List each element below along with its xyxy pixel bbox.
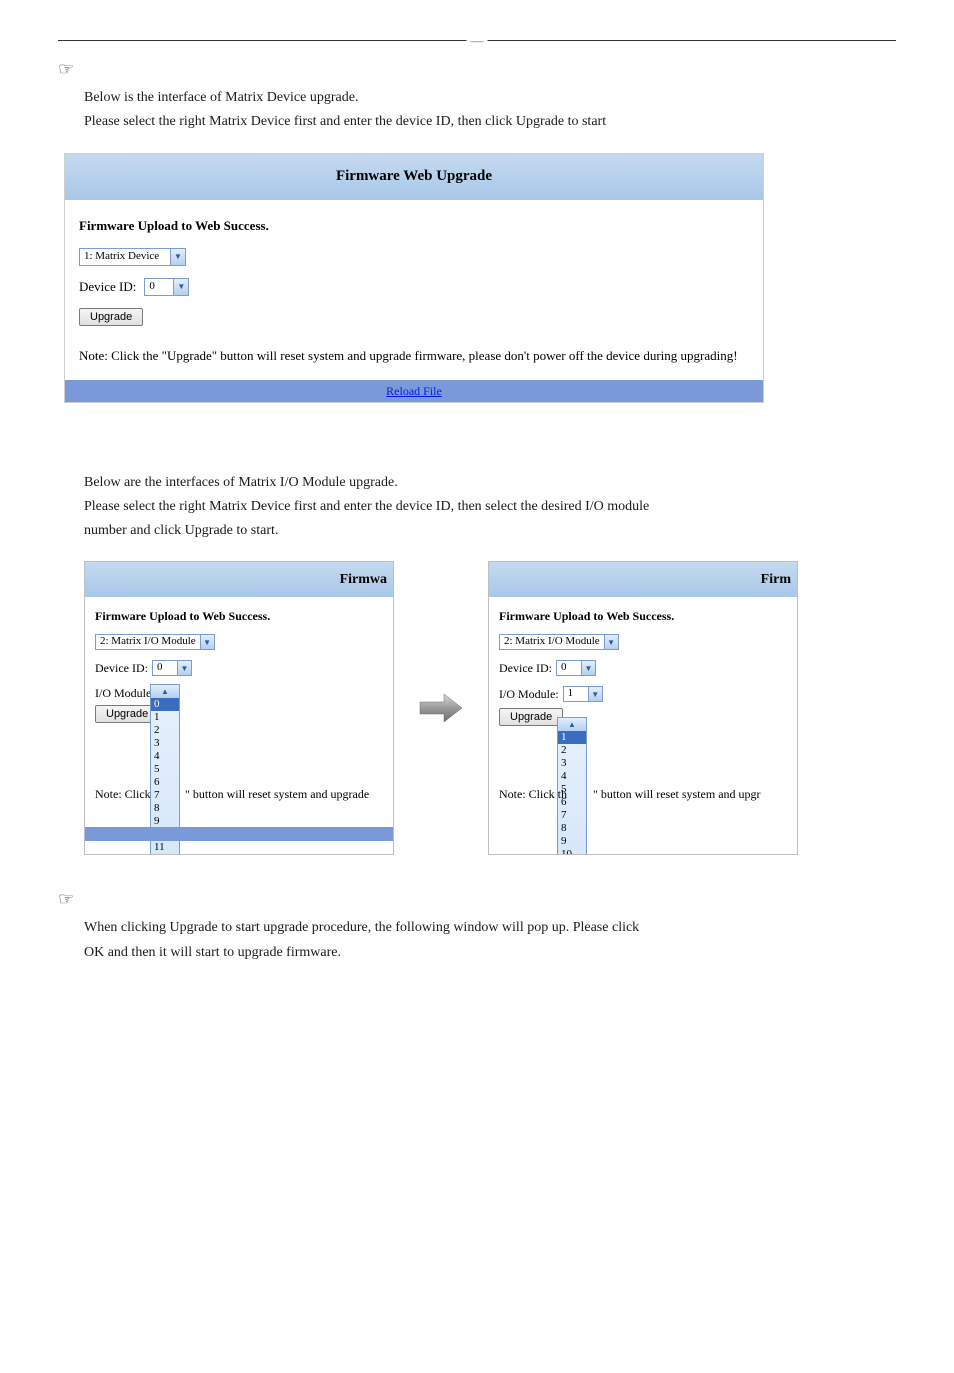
pointing-hand-icon: ☞ xyxy=(58,889,896,910)
right-device-id-value: 0 xyxy=(557,661,581,675)
right-body: Firmware Upload to Web Success. 2: Matri… xyxy=(489,597,797,748)
pointing-hand-icon: ☞ xyxy=(58,59,896,80)
list-item[interactable]: 1 xyxy=(151,711,179,724)
intro-text: Below is the interface of Matrix Device … xyxy=(84,88,896,133)
header-mark: — xyxy=(467,33,488,49)
reload-file-link[interactable]: Reload File xyxy=(386,384,442,398)
chevron-down-icon[interactable]: ▼ xyxy=(200,635,214,649)
left-device-id-label: Device ID: xyxy=(95,661,148,676)
right-title-clipped: Firm xyxy=(489,562,797,597)
scroll-up-icon[interactable]: ▲ xyxy=(151,685,179,698)
figure-firmware-upgrade: Firmware Web Upgrade Firmware Upload to … xyxy=(64,153,764,403)
left-io-row: I/O Module xyxy=(95,686,383,701)
right-panel: Firm Firmware Upload to Web Success. 2: … xyxy=(488,561,798,855)
intro2-line-2: Please select the right Matrix Device fi… xyxy=(84,497,896,517)
upgrade-note: Note: Click the "Upgrade" button will re… xyxy=(79,348,749,374)
list-item[interactable]: 3 xyxy=(151,737,179,750)
list-item[interactable]: 7 xyxy=(558,809,586,822)
panel-footer: Reload File xyxy=(65,380,763,402)
panel-title: Firmware Web Upgrade xyxy=(65,154,763,200)
list-item[interactable]: 3 xyxy=(558,757,586,770)
right-device-id-row: Device ID: 0 ▼ xyxy=(499,660,787,676)
scroll-up-icon[interactable]: ▲ xyxy=(558,718,586,731)
right-device-id-dropdown[interactable]: 0 ▼ xyxy=(556,660,596,676)
outro-line-1: When clicking Upgrade to start upgrade p… xyxy=(84,918,896,938)
right-heading: Firmware Upload to Web Success. xyxy=(499,609,787,624)
left-device-id-value: 0 xyxy=(153,661,177,675)
right-io-label: I/O Module: xyxy=(499,687,559,702)
right-type-dropdown[interactable]: 2: Matrix I/O Module ▼ xyxy=(499,634,619,650)
right-io-value: 1 xyxy=(564,687,588,701)
left-note-a: Note: Click xyxy=(95,787,151,802)
left-note-b: " button will reset system and upgrade xyxy=(185,787,369,802)
list-item[interactable]: 10 xyxy=(558,848,586,855)
chevron-down-icon[interactable]: ▼ xyxy=(173,279,188,295)
outro-text: When clicking Upgrade to start upgrade p… xyxy=(84,918,896,963)
right-note-b: " button will reset system and upgr xyxy=(593,787,761,802)
list-item[interactable]: 8 xyxy=(151,802,179,815)
right-io-listbox[interactable]: ▲ 1 2 3 4 5 6 7 8 9 10 xyxy=(557,717,587,855)
upgrade-row: Upgrade xyxy=(79,308,749,326)
list-item[interactable]: 8 xyxy=(558,822,586,835)
device-id-dropdown[interactable]: 0 ▼ xyxy=(144,278,189,296)
left-type-row: 2: Matrix I/O Module ▼ xyxy=(95,634,383,650)
left-io-label: I/O Module xyxy=(95,686,151,701)
list-item[interactable]: 7 xyxy=(151,789,179,802)
chevron-down-icon[interactable]: ▼ xyxy=(177,661,191,675)
left-type-dropdown[interactable]: 2: Matrix I/O Module ▼ xyxy=(95,634,215,650)
figure-pair: Firmwa Firmware Upload to Web Success. 2… xyxy=(84,561,896,855)
list-item[interactable]: 4 xyxy=(558,770,586,783)
list-item[interactable]: 4 xyxy=(151,750,179,763)
left-device-id-dropdown[interactable]: 0 ▼ xyxy=(152,660,192,676)
device-type-dropdown[interactable]: 1: Matrix Device ▼ xyxy=(79,248,186,266)
device-id-label: Device ID: xyxy=(79,279,136,295)
left-panel: Firmwa Firmware Upload to Web Success. 2… xyxy=(84,561,394,855)
arrow-right-icon xyxy=(418,690,464,726)
right-type-row: 2: Matrix I/O Module ▼ xyxy=(499,634,787,650)
chevron-down-icon[interactable]: ▼ xyxy=(581,661,595,675)
list-item[interactable]: 5 xyxy=(151,763,179,776)
upgrade-button[interactable]: Upgrade xyxy=(79,308,143,326)
right-type-value: 2: Matrix I/O Module xyxy=(500,635,604,649)
list-item[interactable]: 1 xyxy=(558,731,586,744)
device-id-value: 0 xyxy=(145,279,173,295)
intro2-line-3: number and click Upgrade to start. xyxy=(84,521,896,541)
right-io-dropdown[interactable]: 1 ▼ xyxy=(563,686,603,702)
intro2-line-1: Below are the interfaces of Matrix I/O M… xyxy=(84,473,896,493)
chevron-down-icon[interactable]: ▼ xyxy=(588,687,602,701)
right-note-a: Note: Click th xyxy=(499,787,567,802)
left-upgrade-row: Upgrade xyxy=(95,705,383,723)
header-divider: — xyxy=(58,40,896,41)
outro-line-2: OK and then it will start to upgrade fir… xyxy=(84,943,896,963)
intro-line-2: Please select the right Matrix Device fi… xyxy=(84,112,896,132)
right-upgrade-button[interactable]: Upgrade xyxy=(499,708,563,726)
left-footer-bar xyxy=(85,827,393,841)
device-type-row: 1: Matrix Device ▼ xyxy=(79,248,749,266)
device-type-value: 1: Matrix Device xyxy=(80,249,170,265)
panel-body: Firmware Upload to Web Success. 1: Matri… xyxy=(65,200,763,380)
right-device-id-label: Device ID: xyxy=(499,661,552,676)
left-device-id-row: Device ID: 0 ▼ xyxy=(95,660,383,676)
left-body: Firmware Upload to Web Success. 2: Matri… xyxy=(85,597,393,745)
right-upgrade-row: Upgrade xyxy=(499,708,787,726)
left-title-clipped: Firmwa xyxy=(85,562,393,597)
list-item[interactable]: 11 xyxy=(151,841,179,854)
list-item[interactable]: 6 xyxy=(151,776,179,789)
list-item[interactable]: 0 xyxy=(151,698,179,711)
left-heading: Firmware Upload to Web Success. xyxy=(95,609,383,624)
list-item[interactable]: 2 xyxy=(558,744,586,757)
page: — ☞ Below is the interface of Matrix Dev… xyxy=(0,0,954,1373)
left-type-value: 2: Matrix I/O Module xyxy=(96,635,200,649)
right-io-row: I/O Module: 1 ▼ xyxy=(499,686,787,702)
status-heading: Firmware Upload to Web Success. xyxy=(79,218,749,234)
list-item[interactable]: 9 xyxy=(558,835,586,848)
chevron-down-icon[interactable]: ▼ xyxy=(170,249,185,265)
intro2-text: Below are the interfaces of Matrix I/O M… xyxy=(84,473,896,542)
intro-line-1: Below is the interface of Matrix Device … xyxy=(84,88,896,108)
device-id-row: Device ID: 0 ▼ xyxy=(79,278,749,296)
chevron-down-icon[interactable]: ▼ xyxy=(604,635,618,649)
list-item[interactable]: 2 xyxy=(151,724,179,737)
